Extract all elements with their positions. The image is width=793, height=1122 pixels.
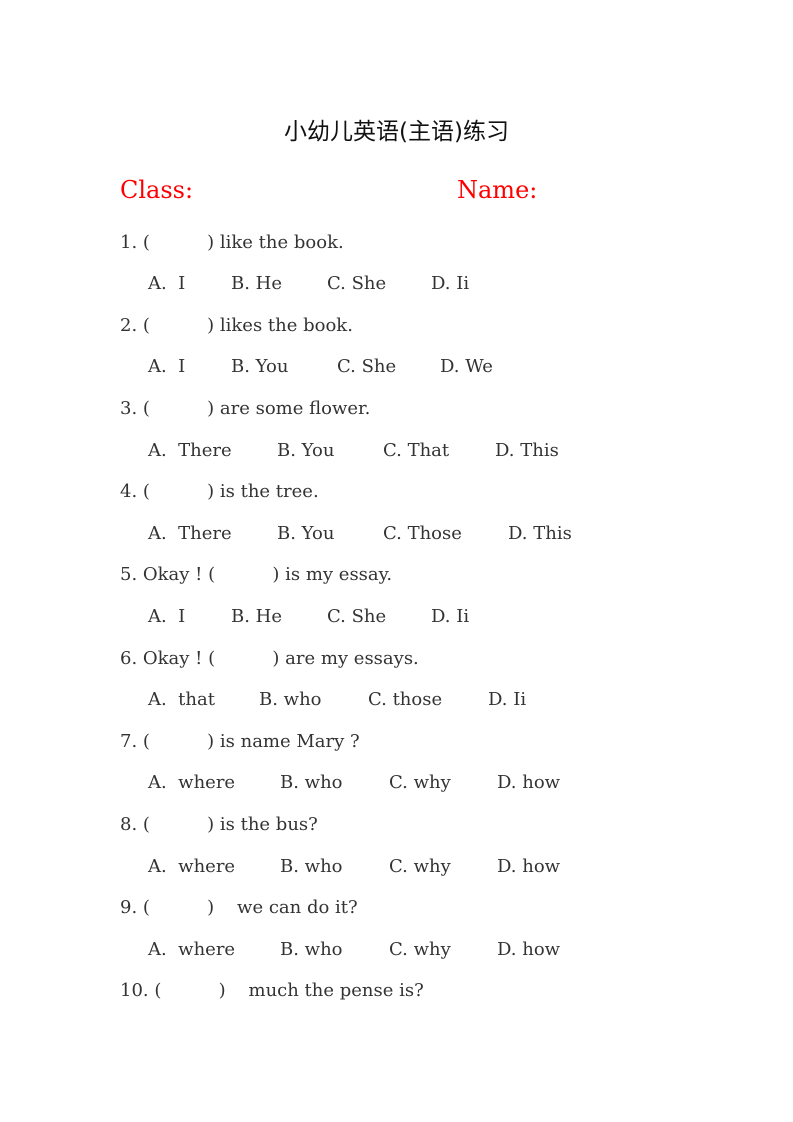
answer-option: A. I <box>148 606 186 627</box>
answer-option: D. This <box>508 523 572 544</box>
question-stem: 8. ( ) is the bus? <box>120 814 318 835</box>
answer-option: B. He <box>231 273 283 294</box>
answer-option: A. where <box>148 939 236 960</box>
answer-option: B. He <box>231 606 283 627</box>
answer-option: C. She <box>327 273 387 294</box>
answer-option: A. There <box>148 440 232 461</box>
answer-option: D. Ii <box>431 273 470 294</box>
answer-option: B. You <box>231 356 289 377</box>
answer-option: A. There <box>148 523 232 544</box>
answer-option: A. that <box>148 689 215 710</box>
answer-option: C. She <box>337 356 397 377</box>
question-stem: 4. ( ) is the tree. <box>120 481 319 502</box>
answer-option: D. how <box>497 939 561 960</box>
answer-option: B. who <box>259 689 322 710</box>
question-stem: 3. ( ) are some flower. <box>120 398 371 419</box>
answer-option: C. why <box>389 856 451 877</box>
answer-option: C. those <box>368 689 443 710</box>
answer-option: C. She <box>327 606 387 627</box>
answer-option: B. You <box>277 523 335 544</box>
answer-option: D. Ii <box>431 606 470 627</box>
answer-option: D. This <box>495 440 559 461</box>
answer-option: C. Those <box>383 523 462 544</box>
question-stem: 1. ( ) like the book. <box>120 232 344 253</box>
class-label: Class: <box>120 176 194 204</box>
answer-option: D. Ii <box>488 689 527 710</box>
answer-option: A. I <box>148 356 186 377</box>
answer-option: B. who <box>280 856 343 877</box>
answer-option: B. You <box>277 440 335 461</box>
answer-option: D. We <box>440 356 493 377</box>
worksheet-title: 小幼儿英语(主语)练习 <box>284 119 509 145</box>
answer-option: A. where <box>148 772 236 793</box>
question-stem: 10. ( ) much the pense is? <box>120 980 424 1001</box>
answer-option: B. who <box>280 939 343 960</box>
answer-option: C. why <box>389 939 451 960</box>
answer-option: D. how <box>497 772 561 793</box>
answer-option: A. where <box>148 856 236 877</box>
question-stem: 7. ( ) is name Mary ? <box>120 731 360 752</box>
answer-option: B. who <box>280 772 343 793</box>
question-stem: 5. Okay ! ( ) is my essay. <box>120 564 393 585</box>
name-label: Name: <box>457 176 538 204</box>
question-stem: 2. ( ) likes the book. <box>120 315 353 336</box>
answer-option: C. why <box>389 772 451 793</box>
question-stem: 6. Okay ! ( ) are my essays. <box>120 648 419 669</box>
question-stem: 9. ( ) we can do it? <box>120 897 358 918</box>
answer-option: D. how <box>497 856 561 877</box>
answer-option: A. I <box>148 273 186 294</box>
answer-option: C. That <box>383 440 450 461</box>
